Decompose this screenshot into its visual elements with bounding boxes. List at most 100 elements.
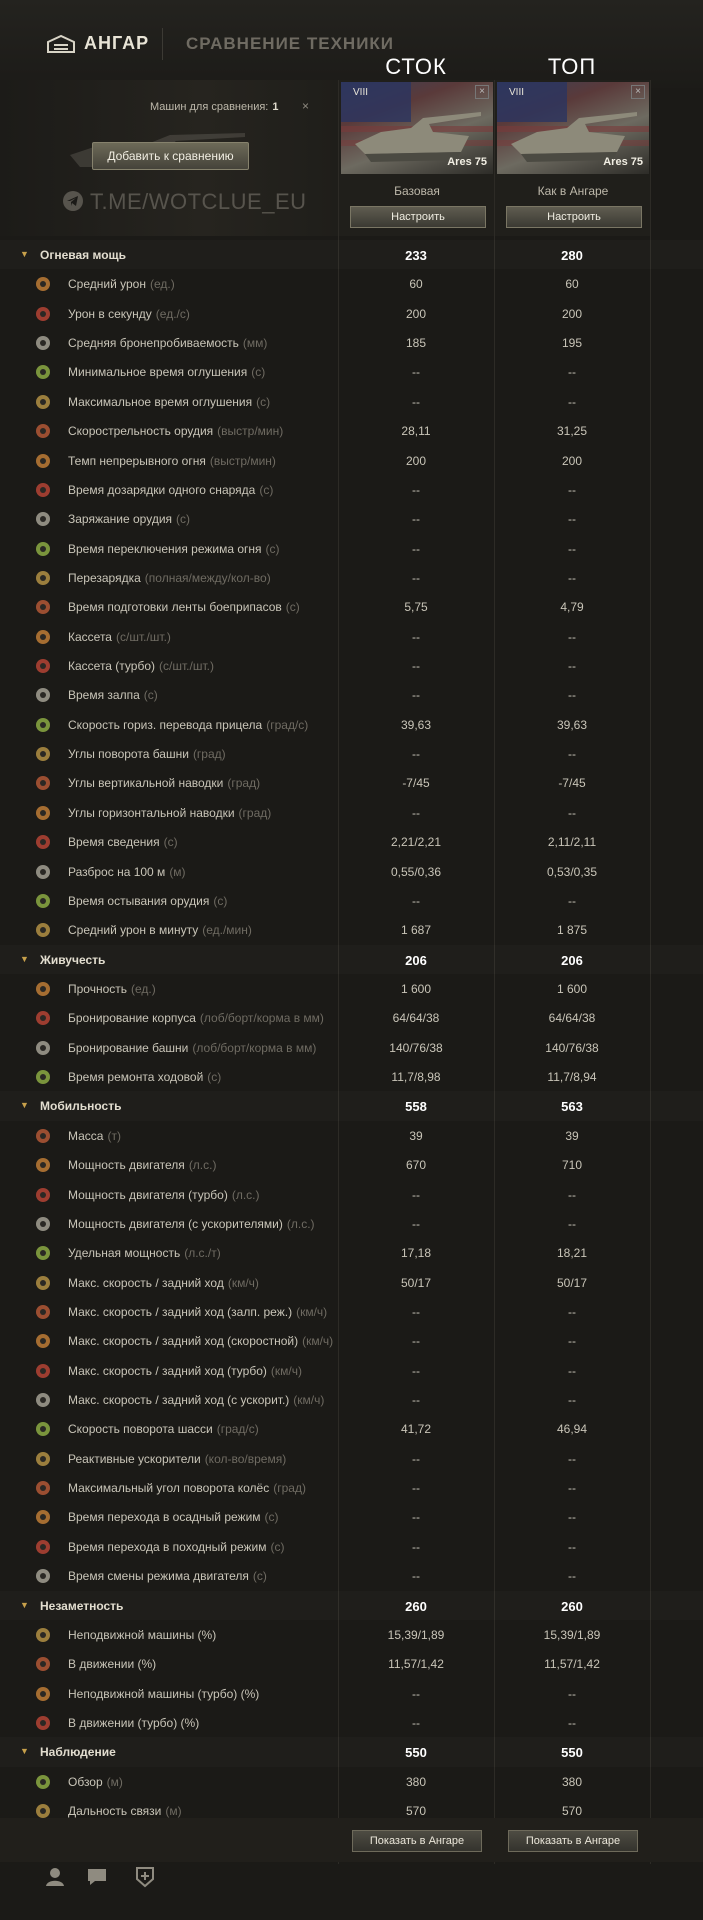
stat-icon	[36, 688, 50, 703]
chevron-down-icon[interactable]: ▼	[20, 1746, 29, 1756]
row-label-group: Обзор (м)	[68, 1775, 123, 1789]
row-label: Углы поворота башни	[68, 747, 189, 762]
chevron-down-icon[interactable]: ▼	[20, 1600, 29, 1610]
value-stock: --	[412, 394, 420, 409]
section-row[interactable]: ▼ Огневая мощь 233 280	[0, 240, 703, 269]
show-in-hangar-button[interactable]: Показать в Ангаре	[508, 1830, 638, 1852]
section-row[interactable]: ▼ Мобильность 558 563	[0, 1091, 703, 1120]
stat-icon	[36, 365, 50, 380]
value-top: --	[568, 659, 576, 674]
stat-icon	[36, 1451, 50, 1466]
value-top: 710	[561, 1158, 583, 1173]
stat-icon	[36, 893, 50, 908]
value-stock: 11,57/1,42	[388, 1657, 444, 1672]
row-unit: (л.с.)	[188, 1158, 217, 1173]
show-in-hangar-button[interactable]: Показать в Ангаре	[352, 1830, 482, 1852]
row-label: Мобильность	[40, 1099, 122, 1114]
row-label: Масса	[68, 1128, 104, 1143]
row-label: Бронирование корпуса	[68, 1011, 196, 1026]
row-label-group: Макс. скорость / задний ход (залп. реж.)…	[68, 1305, 327, 1319]
value-top: 200	[561, 453, 583, 468]
row-unit: (км/ч)	[227, 1275, 259, 1290]
vehicle-name: Ares 75	[447, 156, 487, 168]
row-label: Перезарядка	[68, 570, 141, 585]
stat-icon	[36, 394, 50, 409]
value-stock: 1 687	[400, 923, 432, 938]
value-stock: 185	[405, 336, 427, 351]
value-top: --	[568, 512, 576, 527]
vehicle-config-label: Как в Ангаре	[537, 184, 609, 198]
row-unit: (л.с./т)	[184, 1246, 221, 1261]
remove-vehicle-button[interactable]: ×	[631, 85, 645, 99]
value-top: 1 600	[556, 981, 588, 996]
value-top: 31,25	[556, 424, 588, 439]
row-unit: (с)	[270, 1539, 285, 1554]
stat-icon	[36, 1363, 50, 1378]
value-top: 4,79	[560, 600, 584, 615]
stat-icon	[36, 747, 50, 762]
value-stock: 39	[409, 1128, 423, 1143]
configure-button[interactable]: Настроить	[350, 206, 486, 228]
vehicle-image: VIII × Ares 75	[497, 82, 649, 174]
machines-count-label: Машин для сравнения: 1	[150, 101, 278, 113]
profile-icon[interactable]	[44, 1866, 66, 1888]
stat-row: Минимальное время оглушения (с) -- --	[0, 357, 703, 386]
stat-icon	[36, 1128, 50, 1143]
clear-list-button[interactable]: ×	[302, 99, 309, 113]
chevron-down-icon[interactable]: ▼	[20, 954, 29, 964]
add-to-compare-button[interactable]: Добавить к сравнению	[92, 142, 249, 170]
value-stock: --	[412, 1304, 420, 1319]
row-label-group: Углы вертикальной наводки (град)	[68, 776, 260, 790]
value-stock: 260	[405, 1598, 427, 1614]
vehicle-card-top: VIII × Ares 75 Как в Ангаре Настроить	[494, 80, 651, 236]
chevron-down-icon[interactable]: ▼	[20, 249, 29, 259]
row-label: Время перехода в походный режим	[68, 1539, 267, 1554]
value-stock: 17,18	[400, 1246, 432, 1261]
value-top: --	[568, 688, 576, 703]
stat-icon	[36, 864, 50, 879]
nav-hangar[interactable]: АНГАР	[84, 33, 149, 54]
value-top: --	[568, 1304, 576, 1319]
value-top: -7/45	[558, 776, 586, 791]
stat-icon	[36, 1481, 50, 1496]
section-row[interactable]: ▼ Живучесть 206 206	[0, 945, 703, 974]
stat-icon	[36, 424, 50, 439]
stat-row: Средний урон в минуту (ед./мин) 1 687 1 875	[0, 915, 703, 944]
chat-icon[interactable]	[86, 1866, 108, 1888]
stat-icon	[36, 1158, 50, 1173]
value-stock: 670	[405, 1158, 427, 1173]
row-label: Время остывания орудия	[68, 893, 210, 908]
chevron-down-icon[interactable]: ▼	[20, 1100, 29, 1110]
row-unit: (с)	[265, 541, 280, 556]
value-top: 280	[561, 248, 583, 263]
row-label-group: Время подготовки ленты боеприпасов (с)	[68, 600, 300, 614]
row-label: Обзор	[68, 1774, 103, 1789]
row-unit: (полная/между/кол-во)	[144, 570, 271, 585]
remove-vehicle-button[interactable]: ×	[475, 85, 489, 99]
value-top: 1 875	[556, 923, 588, 938]
value-stock: 15,39/1,89	[387, 1627, 445, 1642]
row-label-group: Прочность (ед.)	[68, 982, 156, 996]
stat-row: Скорость поворота шасси (град/с) 41,72 46,9…	[0, 1414, 703, 1443]
row-label: Макс. скорость / задний ход	[68, 1275, 224, 1290]
stat-row: Макс. скорость / задний ход (турбо) (км/ч…	[0, 1356, 703, 1385]
value-stock: 5,75	[404, 600, 428, 615]
section-row[interactable]: ▼ Наблюдение 550 550	[0, 1737, 703, 1766]
stat-icon	[36, 981, 50, 996]
configure-button[interactable]: Настроить	[506, 206, 642, 228]
stats-table: ▼ Огневая мощь 233 280 Средний урон (ед.) 60 60…	[0, 240, 703, 1825]
value-stock: -7/45	[402, 776, 430, 791]
value-top: --	[568, 1686, 576, 1701]
row-unit: (град)	[238, 805, 272, 820]
row-label: Мощность двигателя	[68, 1158, 185, 1173]
value-top: 18,21	[556, 1246, 588, 1261]
row-label: Скорость поворота шасси	[68, 1422, 213, 1437]
value-stock: --	[412, 1569, 420, 1584]
value-stock: --	[412, 1363, 420, 1378]
value-top: 260	[561, 1598, 583, 1614]
section-row[interactable]: ▼ Незаметность 260 260	[0, 1591, 703, 1620]
clan-shield-icon[interactable]	[134, 1866, 156, 1888]
row-label-group: Максимальное время оглушения (с)	[68, 395, 270, 409]
nav-compare[interactable]: СРАВНЕНИЕ ТЕХНИКИ	[186, 34, 394, 54]
row-unit: (град/с)	[266, 717, 309, 732]
